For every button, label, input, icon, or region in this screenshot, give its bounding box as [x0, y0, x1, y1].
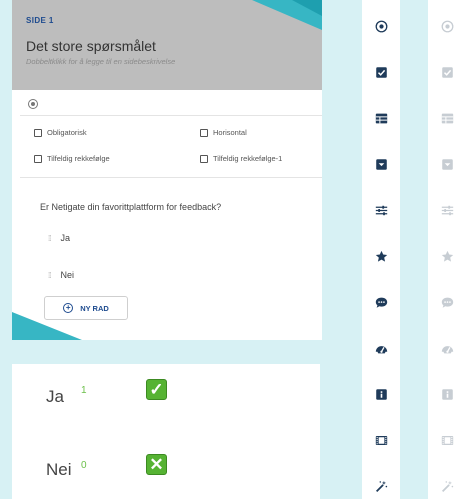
gauge-icon — [375, 345, 387, 353]
result-label: Ja — [46, 387, 64, 406]
option-required[interactable]: Obligatorisk — [34, 128, 87, 137]
toolbar-button-gauge — [428, 335, 464, 361]
radio-button-icon[interactable] — [28, 99, 38, 109]
gauge-icon — [441, 345, 453, 353]
star-icon — [375, 250, 387, 262]
checkbox[interactable] — [200, 154, 208, 163]
checkbox[interactable] — [34, 128, 42, 137]
grid-table-icon — [441, 113, 453, 123]
radio-button-icon — [375, 20, 387, 32]
option-label: Obligatorisk — [47, 128, 87, 137]
option-horizontal[interactable]: Horisontal — [200, 128, 247, 137]
option-label: Horisontal — [213, 128, 247, 137]
option-random-order-1[interactable]: Tilfeldig rekkefølge-1 — [200, 154, 282, 163]
question-options: Obligatorisk Horisontal Tilfeldig rekkef… — [20, 116, 322, 178]
answer-label[interactable]: Ja — [60, 233, 70, 243]
toolbar-button-film[interactable] — [362, 427, 400, 453]
toolbar-button-info — [428, 381, 464, 407]
question-type-toolbar — [362, 0, 400, 499]
option-random-order[interactable]: Tilfeldig rekkefølge — [34, 154, 110, 163]
result-row: Nei 0 ✕ — [12, 452, 320, 492]
drag-handle-icon[interactable]: ⁞⁞ — [48, 271, 52, 280]
toolbar-button-dropdown — [428, 151, 464, 177]
question-type-toolbar-disabled — [428, 0, 464, 499]
toolbar-button-checkbox[interactable] — [362, 59, 400, 85]
toolbar-button-magic-wand[interactable] — [362, 473, 400, 499]
checkbox[interactable] — [200, 128, 208, 137]
star-icon — [441, 250, 453, 262]
toolbar-button-star — [428, 243, 464, 269]
question-toolbar — [20, 90, 322, 116]
sliders-icon — [441, 205, 453, 215]
check-icon: ✓ — [146, 379, 167, 400]
page-description[interactable]: Dobbeltklikk for å legge til en sidebesk… — [26, 57, 175, 66]
page-title[interactable]: Det store spørsmålet — [26, 38, 156, 54]
toolbar-button-film — [428, 427, 464, 453]
grid-table-icon — [375, 113, 387, 123]
magic-wand-icon — [441, 480, 453, 492]
film-icon — [375, 435, 387, 445]
result-row: Ja 1 ✓ — [12, 379, 320, 419]
magic-wand-icon — [375, 480, 387, 492]
sliders-icon — [375, 205, 387, 215]
toolbar-button-radio-button — [428, 13, 464, 39]
radio-button-icon — [441, 20, 453, 32]
checkbox-icon — [441, 66, 453, 78]
toolbar-button-checkbox — [428, 59, 464, 85]
toolbar-button-sliders[interactable] — [362, 197, 400, 223]
result-count: 0 — [81, 460, 87, 471]
toolbar-button-magic-wand — [428, 473, 464, 499]
info-icon — [441, 388, 453, 400]
answer-label[interactable]: Nei — [60, 270, 74, 280]
info-icon — [375, 388, 387, 400]
page-label: SIDE 1 — [26, 16, 54, 25]
toolbar-button-comment — [428, 289, 464, 315]
new-row-label: NY RAD — [80, 303, 109, 313]
checkbox-icon — [375, 66, 387, 78]
toolbar-button-grid-table[interactable] — [362, 105, 400, 131]
toolbar-button-dropdown[interactable] — [362, 151, 400, 177]
toolbar-button-info[interactable] — [362, 381, 400, 407]
toolbar-button-grid-table — [428, 105, 464, 131]
decor-corner — [12, 312, 82, 340]
toolbar-button-radio-button[interactable] — [362, 13, 400, 39]
comment-icon — [441, 297, 453, 308]
drag-handle-icon[interactable]: ⁞⁞ — [48, 234, 52, 243]
toolbar-button-gauge[interactable] — [362, 335, 400, 361]
toolbar-button-comment[interactable] — [362, 289, 400, 315]
comment-icon — [375, 297, 387, 308]
page-header: SIDE 1 Det store spørsmålet Dobbeltklikk… — [12, 0, 322, 90]
result-label: Nei — [46, 460, 72, 479]
question-card: Obligatorisk Horisontal Tilfeldig rekkef… — [20, 90, 322, 340]
cross-icon: ✕ — [146, 454, 167, 475]
toolbar-button-star[interactable] — [362, 243, 400, 269]
option-label: Tilfeldig rekkefølge-1 — [213, 154, 283, 163]
dropdown-icon — [375, 158, 387, 170]
option-label: Tilfeldig rekkefølge — [47, 154, 110, 163]
toolbar-button-sliders — [428, 197, 464, 223]
question-text[interactable]: Er Netigate din favorittplattform for fe… — [40, 202, 221, 212]
survey-editor-card: SIDE 1 Det store spørsmålet Dobbeltklikk… — [12, 0, 322, 340]
dropdown-icon — [441, 158, 453, 170]
film-icon — [441, 435, 453, 445]
result-count: 1 — [81, 385, 87, 396]
checkbox[interactable] — [34, 154, 42, 163]
results-card: Ja 1 ✓ Nei 0 ✕ — [12, 364, 320, 499]
decor-corner-inner — [292, 0, 322, 16]
answer-row[interactable]: ⁞⁞ Nei — [48, 270, 74, 280]
answer-row[interactable]: ⁞⁞ Ja — [48, 233, 70, 243]
